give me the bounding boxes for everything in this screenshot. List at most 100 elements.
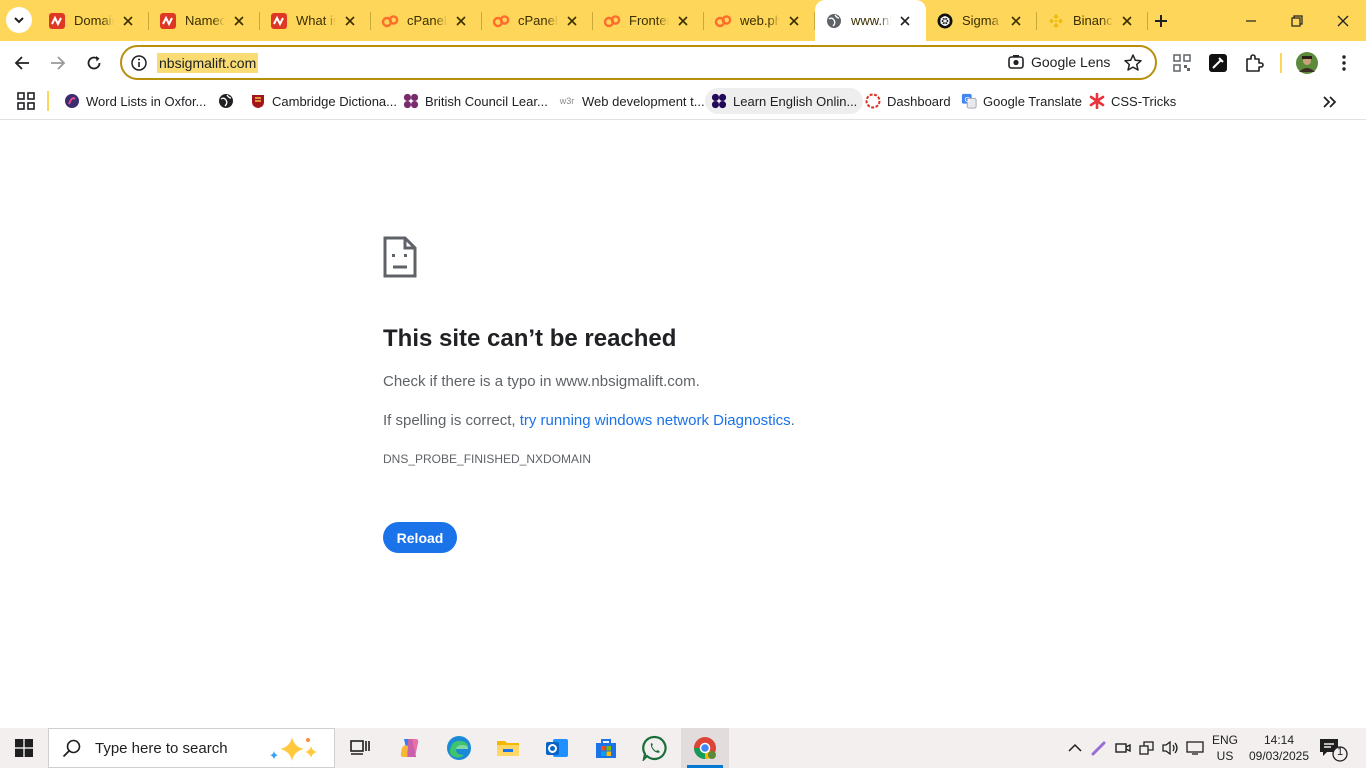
css-tricks-icon bbox=[1089, 93, 1105, 109]
qr-code-button[interactable] bbox=[1170, 51, 1194, 75]
close-icon[interactable] bbox=[343, 14, 357, 28]
system-clock[interactable]: 14:14 09/03/2025 bbox=[1243, 732, 1315, 764]
pen-menu-button[interactable] bbox=[1088, 728, 1110, 768]
bookmark-oxford[interactable]: Word Lists in Oxfor... bbox=[58, 88, 212, 114]
browser-menu-button[interactable] bbox=[1332, 51, 1356, 75]
tab-title: web.php bbox=[740, 13, 780, 28]
file-explorer-app[interactable] bbox=[484, 728, 532, 768]
tab-frontend[interactable]: Frontend bbox=[593, 0, 704, 41]
bookmark-cambridge[interactable]: Cambridge Dictiona... bbox=[244, 88, 403, 114]
edge-icon bbox=[447, 736, 471, 760]
profile-avatar[interactable] bbox=[1295, 51, 1319, 75]
task-view-button[interactable] bbox=[336, 728, 384, 768]
tab-title: cPanel bbox=[407, 13, 447, 28]
close-window-button[interactable] bbox=[1320, 0, 1366, 41]
qr-code-icon bbox=[1173, 54, 1191, 72]
british-council-icon bbox=[403, 93, 419, 109]
close-icon[interactable] bbox=[121, 14, 135, 28]
bookmark-star-icon[interactable] bbox=[1123, 53, 1143, 73]
outlook-icon bbox=[546, 739, 568, 757]
bookmark-british-council[interactable]: British Council Lear... bbox=[397, 88, 554, 114]
tab-sigma[interactable]: Sigma D bbox=[926, 0, 1037, 41]
close-icon[interactable] bbox=[565, 14, 579, 28]
whatsapp-app[interactable] bbox=[631, 728, 679, 768]
tab-title: cPanel F bbox=[518, 13, 558, 28]
bookmark-globe[interactable] bbox=[212, 88, 240, 114]
show-hidden-icons-button[interactable] bbox=[1064, 728, 1086, 768]
tab-namecheap[interactable]: Namecheap bbox=[149, 0, 260, 41]
bookmark-css-tricks[interactable]: CSS-Tricks bbox=[1083, 88, 1182, 114]
display-button[interactable] bbox=[1184, 728, 1206, 768]
back-button[interactable] bbox=[8, 49, 36, 77]
minimize-button[interactable] bbox=[1228, 0, 1274, 41]
bookmark-label: Cambridge Dictiona... bbox=[272, 93, 397, 109]
tab-search-button[interactable] bbox=[6, 7, 32, 33]
info-icon[interactable] bbox=[130, 54, 148, 72]
spelling-suffix: . bbox=[790, 412, 795, 429]
oxford-icon bbox=[64, 93, 80, 109]
error-page: This site can’t be reached Check if ther… bbox=[0, 121, 1366, 728]
close-icon[interactable] bbox=[676, 14, 690, 28]
windows-logo-icon bbox=[15, 739, 33, 757]
error-spelling-hint: If spelling is correct, try running wind… bbox=[383, 412, 795, 429]
namecheap-icon bbox=[159, 12, 177, 30]
pen-extension-icon bbox=[1209, 54, 1227, 72]
search-icon bbox=[62, 739, 81, 758]
notification-center-button[interactable]: 1 bbox=[1318, 736, 1348, 762]
tab-title: www.nb bbox=[851, 13, 891, 28]
tab-what-is[interactable]: What is bbox=[260, 0, 371, 41]
outlook-app[interactable] bbox=[533, 728, 581, 768]
browser-toolbar: nbsigmalift.com Google Lens bbox=[0, 41, 1366, 85]
restore-button[interactable] bbox=[1274, 0, 1320, 41]
copilot-app[interactable] bbox=[386, 728, 434, 768]
extensions-button[interactable] bbox=[1242, 51, 1266, 75]
close-icon[interactable] bbox=[454, 14, 468, 28]
tab-title: Binance bbox=[1073, 13, 1113, 28]
reload-button[interactable]: Reload bbox=[383, 522, 457, 553]
new-tab-button[interactable] bbox=[1150, 10, 1172, 32]
chrome-icon bbox=[694, 737, 716, 759]
bookmark-google-translate[interactable]: G Google Translate bbox=[955, 88, 1088, 114]
close-icon[interactable] bbox=[898, 14, 912, 28]
bookmark-w3resource[interactable]: w3r Web development t... bbox=[552, 88, 711, 114]
close-icon[interactable] bbox=[1120, 14, 1134, 28]
whatsapp-icon bbox=[642, 735, 667, 761]
tab-nbsigmalift[interactable]: www.nb bbox=[815, 0, 926, 41]
speaker-icon bbox=[1162, 740, 1178, 756]
tab-cpanel-f[interactable]: cPanel F bbox=[482, 0, 593, 41]
taskbar: Type here to search ENG US 14:14 09/03/2… bbox=[0, 728, 1366, 768]
bookmark-label: Word Lists in Oxfor... bbox=[86, 93, 207, 109]
tab-domain[interactable]: Domain bbox=[38, 0, 149, 41]
close-icon[interactable] bbox=[1009, 14, 1023, 28]
address-bar[interactable]: nbsigmalift.com Google Lens bbox=[120, 45, 1157, 80]
start-button[interactable] bbox=[0, 728, 48, 768]
close-icon[interactable] bbox=[787, 14, 801, 28]
bookmark-dashboard[interactable]: Dashboard bbox=[859, 88, 957, 114]
bookmark-label: Dashboard bbox=[887, 93, 951, 109]
meet-now-button[interactable] bbox=[1112, 728, 1134, 768]
url-text[interactable]: nbsigmalift.com bbox=[157, 53, 259, 73]
bookmark-learn-english[interactable]: Learn English Onlin... bbox=[705, 88, 864, 114]
extension-pen-button[interactable] bbox=[1206, 51, 1230, 75]
forward-button[interactable] bbox=[44, 49, 72, 77]
network-button[interactable] bbox=[1136, 728, 1158, 768]
tab-binance[interactable]: Binance bbox=[1037, 0, 1148, 41]
tab-web-php[interactable]: web.php bbox=[704, 0, 815, 41]
chevron-up-icon bbox=[1068, 743, 1082, 752]
reload-page-button[interactable] bbox=[80, 49, 108, 77]
input-language[interactable]: ENG US bbox=[1208, 732, 1242, 764]
edge-app[interactable] bbox=[435, 728, 483, 768]
clock-time: 14:14 bbox=[1263, 733, 1295, 747]
chevron-double-right-icon[interactable] bbox=[1320, 93, 1338, 111]
tab-cpanel[interactable]: cPanel bbox=[371, 0, 482, 41]
camera-icon bbox=[1115, 743, 1131, 753]
microsoft-store-app[interactable] bbox=[582, 728, 630, 768]
apps-grid-icon[interactable] bbox=[17, 92, 35, 110]
volume-button[interactable] bbox=[1160, 728, 1182, 768]
bookmarks-bar: Word Lists in Oxfor... Cambridge Diction… bbox=[0, 85, 1366, 120]
close-icon[interactable] bbox=[232, 14, 246, 28]
google-lens-button[interactable]: Google Lens bbox=[1007, 53, 1110, 71]
diagnostics-link[interactable]: try running windows network Diagnostics bbox=[520, 412, 791, 429]
chrome-app[interactable] bbox=[681, 728, 729, 768]
taskbar-search-box[interactable]: Type here to search bbox=[48, 728, 335, 768]
